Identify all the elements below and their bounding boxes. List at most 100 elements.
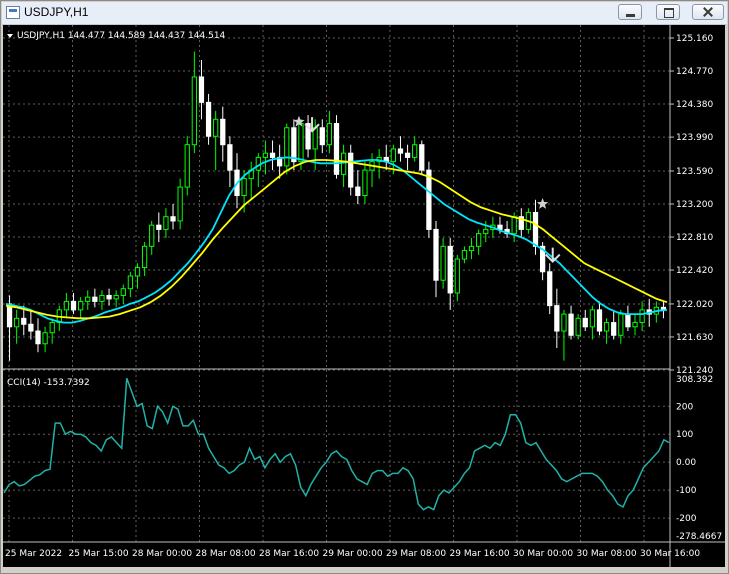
bear-candle [333,123,340,175]
close-button[interactable] [692,4,724,20]
price-tick-label: 121.630 [676,333,713,343]
bull-candle [632,322,638,328]
bear-candle [433,228,439,281]
bull-candle [163,216,169,230]
bull-candle [362,169,368,197]
time-tick-label: 28 Mar 16:00 [259,549,319,559]
bear-candle [170,216,176,222]
bull-candle [561,313,567,332]
bull-candle [603,322,610,332]
bull-candle [127,275,134,290]
time-tick-label: 29 Mar 08:00 [386,549,446,559]
star-icon [536,198,549,209]
bull-candle [49,322,55,334]
bull-candle [476,233,482,247]
price-tick-label: 122.810 [676,233,713,243]
chart-svg[interactable]: 125.160 124.770 124.380 123.990 123.590 123.2… [3,25,725,567]
bear-candle [568,313,574,336]
bull-candle [113,294,119,300]
bear-candle [319,127,325,146]
price-tick-label: 123.200 [676,200,713,210]
ma-slow-line [5,159,668,320]
bear-candle [220,118,226,146]
maximize-button[interactable] [656,4,680,20]
bull-candle [120,288,126,296]
chart-menu-triangle-icon[interactable] [7,34,13,38]
bull-candle [575,317,581,336]
bull-candle [454,258,460,294]
bull-candle [298,123,304,163]
bull-candle [191,76,197,146]
bull-candle [14,317,20,328]
bear-candle [611,322,617,336]
price-tick-label: 124.770 [676,67,713,77]
price-axis: 125.160 124.770 124.380 123.990 123.590 123.2… [670,34,713,376]
bull-candle [99,294,105,302]
bull-candle [483,228,489,235]
bull-candle [149,224,155,247]
bear-candle [70,300,77,311]
bull-candle [85,296,91,302]
bull-candle [262,152,269,158]
bear-candle [355,186,361,197]
bull-candle [141,245,148,269]
time-tick-label: 29 Mar 00:00 [323,549,383,559]
window-titlebar[interactable]: USDJPY,H1 [2,2,727,25]
bull-candle [468,245,475,252]
bear-candle [625,313,631,328]
chart-area[interactable]: 125.160 124.770 124.380 123.990 123.590 123.2… [3,25,725,567]
price-tick-label: 125.160 [676,34,713,44]
cci-header-text: CCI(14) -153.7392 [7,378,90,388]
bear-candle [35,330,41,345]
cci-tick-label: -278.4667 [676,532,722,542]
bull-candle [77,300,84,311]
bear-candle [156,224,162,230]
price-tick-label: 123.590 [676,167,713,177]
bear-candle [447,245,453,294]
cci-tick-label: -100 [676,486,697,496]
bull-candle [412,144,418,158]
bear-candle [532,211,539,247]
minimize-button[interactable] [618,4,642,20]
bear-candle [596,309,603,332]
bear-candle [6,303,13,328]
bear-candle [582,317,588,328]
bull-candle [461,250,468,260]
bull-candle [589,309,596,328]
cci-tick-label: 100 [676,430,693,440]
bear-candle [497,224,503,230]
bull-candle [639,309,645,324]
bear-candle [205,101,212,137]
time-tick-label: 25 Mar 2022 [5,549,62,559]
bull-candle [340,152,347,175]
time-tick-label: 29 Mar 16:00 [450,549,510,559]
price-tick-label: 122.020 [676,300,713,310]
bear-candle [106,294,112,300]
bear-candle [291,127,297,163]
cci-axis: 308.392 200 100 0.00 -100 -200 -278.4667 [676,375,722,542]
bull-candle [184,144,190,188]
window-title: USDJPY,H1 [24,5,89,19]
time-tick-label: 30 Mar 00:00 [513,549,573,559]
bear-candle [28,323,34,332]
bull-candle [618,313,624,336]
bull-candle [213,118,219,137]
time-tick-label: 25 Mar 15:00 [69,549,129,559]
bear-candle [419,144,425,171]
bull-candle [390,148,396,163]
chart-window: USDJPY,H1 125.160 124.770 124.380 123.990 12… [0,0,729,574]
bear-candle [269,152,276,158]
candles-layer [6,51,667,361]
price-tick-label: 124.380 [676,100,713,110]
bull-candle [440,245,446,281]
bear-candle [554,305,560,332]
bull-candle [326,123,333,146]
bear-candle [426,169,432,230]
time-tick-label: 28 Mar 08:00 [196,549,256,559]
price-tick-label: 123.990 [676,133,713,143]
cci-tick-label: -200 [676,514,697,524]
bear-candle [227,144,233,171]
time-tick-label: 30 Mar 08:00 [577,549,637,559]
bull-candle [134,267,141,277]
chart-grid [3,25,670,542]
